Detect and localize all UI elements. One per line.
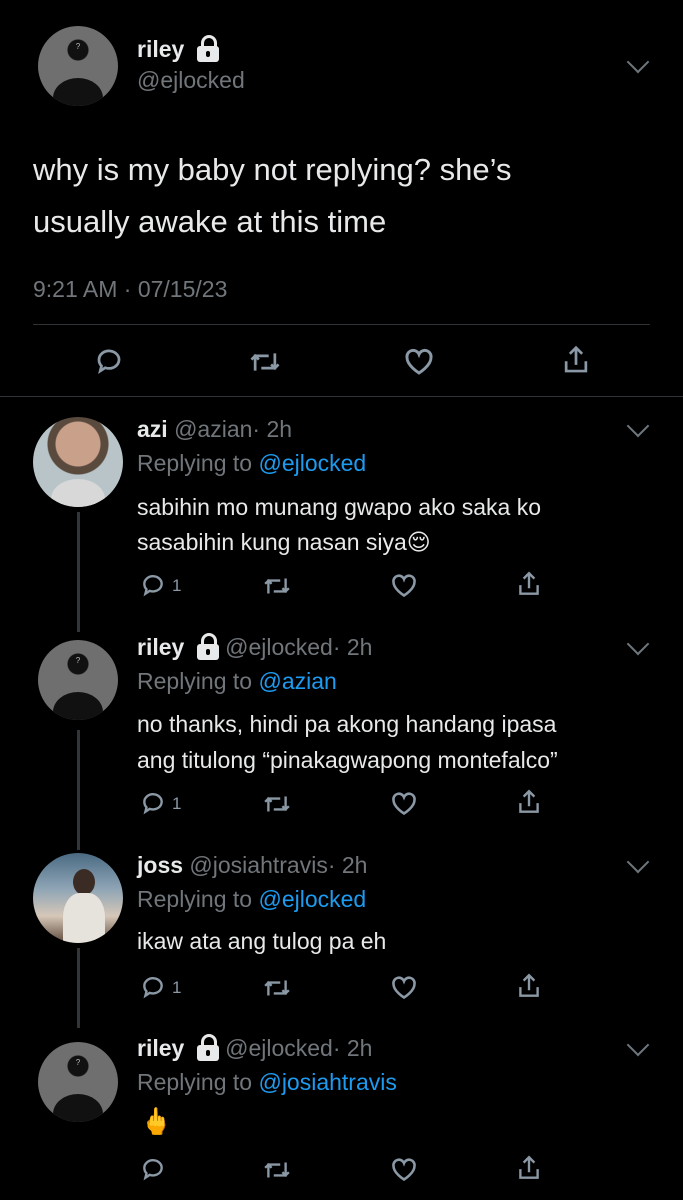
replying-to: Replying to @josiahtravis	[137, 1069, 397, 1095]
share-icon[interactable]	[561, 344, 591, 376]
share-icon[interactable]	[516, 972, 542, 1000]
divider	[33, 324, 650, 325]
author-handle[interactable]: @josiahtravis	[189, 852, 327, 878]
reply-count: 1	[172, 576, 182, 595]
like-icon[interactable]	[390, 1156, 418, 1182]
replying-to: Replying to @azian	[137, 668, 337, 694]
reply-header: azi @azian· 2h	[137, 416, 292, 443]
avatar[interactable]: ?	[38, 640, 118, 720]
like-icon[interactable]	[390, 572, 418, 598]
author-name[interactable]: riley	[137, 36, 184, 62]
share-icon[interactable]	[516, 1154, 542, 1182]
relieved-face-emoji: 😌	[406, 529, 431, 555]
reply-count: 1	[172, 794, 182, 813]
lock-icon	[196, 1034, 219, 1061]
tweet-text: why is my baby not replying? she’s usual…	[33, 152, 512, 239]
share-icon[interactable]	[516, 570, 542, 598]
author-name[interactable]: azi	[137, 416, 168, 442]
chevron-down-icon[interactable]	[626, 414, 650, 438]
reply-header: riley @ejlocked· 2h	[137, 633, 373, 661]
author-handle[interactable]: @ejlocked	[225, 1035, 333, 1061]
reply-header: riley @ejlocked· 2h	[137, 1034, 373, 1062]
reply-count: 1	[172, 978, 182, 997]
author-name[interactable]: joss	[137, 852, 183, 878]
retweet-icon[interactable]	[263, 1158, 291, 1182]
reply-time[interactable]: · 2h	[333, 1035, 373, 1061]
reply-icon[interactable]	[140, 974, 166, 1000]
lock-icon	[196, 35, 219, 62]
thread-line	[77, 730, 80, 850]
divider	[0, 396, 683, 397]
retweet-icon[interactable]	[263, 976, 291, 1000]
author-name[interactable]: riley	[137, 634, 184, 660]
replying-to-link[interactable]: @azian	[258, 668, 336, 694]
reply-icon[interactable]	[140, 790, 166, 816]
reply-icon[interactable]	[94, 346, 124, 376]
reply-text: ikaw ata ang tulog pa eh	[137, 928, 387, 954]
chevron-down-icon[interactable]	[626, 1033, 650, 1057]
lock-icon	[196, 633, 219, 660]
author-name[interactable]: riley	[137, 1035, 184, 1061]
reply-time[interactable]: · 2h	[333, 634, 373, 660]
reply-icon[interactable]	[140, 572, 166, 598]
reply-header: joss @josiahtravis· 2h	[137, 852, 367, 879]
chevron-down-icon[interactable]	[626, 50, 650, 74]
replying-to-link[interactable]: @josiahtravis	[258, 1069, 396, 1095]
replying-to-link[interactable]: @ejlocked	[258, 450, 366, 476]
reply-time[interactable]: · 2h	[252, 416, 292, 442]
replying-to: Replying to @ejlocked	[137, 450, 367, 476]
chevron-down-icon[interactable]	[626, 632, 650, 656]
reply-text: no thanks, hindi pa akong handang ipasa …	[137, 711, 558, 773]
tweet-timestamp[interactable]: 9:21 AM · 07/15/23	[33, 276, 227, 303]
author-handle[interactable]: @ejlocked	[137, 67, 245, 94]
replying-to-link[interactable]: @ejlocked	[258, 886, 366, 912]
retweet-icon[interactable]	[263, 792, 291, 816]
author-handle[interactable]: @ejlocked	[225, 634, 333, 660]
like-icon[interactable]	[403, 346, 435, 376]
replying-to: Replying to @ejlocked	[137, 886, 367, 912]
retweet-icon[interactable]	[263, 574, 291, 598]
thread-line	[77, 948, 80, 1028]
like-icon[interactable]	[390, 790, 418, 816]
chevron-down-icon[interactable]	[626, 850, 650, 874]
avatar[interactable]: ?	[38, 26, 118, 106]
thread-line	[77, 512, 80, 632]
reply-icon[interactable]	[140, 1156, 166, 1182]
author-name-row[interactable]: riley	[137, 35, 219, 63]
reply-time[interactable]: · 2h	[328, 852, 368, 878]
avatar[interactable]: ?	[38, 1042, 118, 1122]
share-icon[interactable]	[516, 788, 542, 816]
avatar[interactable]	[33, 853, 123, 943]
like-icon[interactable]	[390, 974, 418, 1000]
author-handle[interactable]: @azian	[174, 416, 252, 442]
reply-text: sabihin mo munang gwapo ako saka ko sasa…	[137, 494, 542, 555]
middle-finger-emoji: 🖕	[140, 1106, 173, 1136]
retweet-icon[interactable]	[249, 348, 281, 376]
avatar[interactable]	[33, 417, 123, 507]
